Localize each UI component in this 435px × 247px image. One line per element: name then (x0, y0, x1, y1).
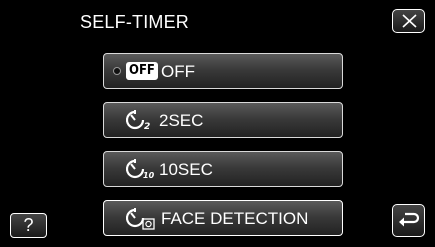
option-off[interactable]: OFF OFF (103, 53, 343, 89)
svg-text:10: 10 (143, 171, 155, 180)
option-label: 10SEC (159, 160, 213, 179)
return-button[interactable] (392, 204, 425, 237)
help-button[interactable]: ? (10, 213, 47, 238)
page-title: SELF-TIMER (80, 12, 190, 32)
timer-2sec-icon: 2 (126, 110, 150, 131)
close-icon (402, 14, 417, 28)
off-badge-icon: OFF (126, 62, 158, 80)
option-10sec[interactable]: 10 10SEC (103, 151, 343, 187)
option-label: OFF (161, 62, 195, 81)
return-icon (399, 212, 419, 227)
timer-10sec-icon: 10 (126, 159, 155, 180)
face-detection-timer-icon (126, 208, 155, 230)
option-label: FACE DETECTION (161, 209, 309, 228)
option-2sec[interactable]: 2 2SEC (103, 102, 343, 138)
option-face-detection[interactable]: FACE DETECTION (103, 200, 343, 236)
svg-text:2: 2 (144, 122, 150, 131)
selected-indicator (113, 67, 121, 75)
close-button[interactable] (392, 9, 425, 33)
option-label: 2SEC (159, 111, 204, 130)
